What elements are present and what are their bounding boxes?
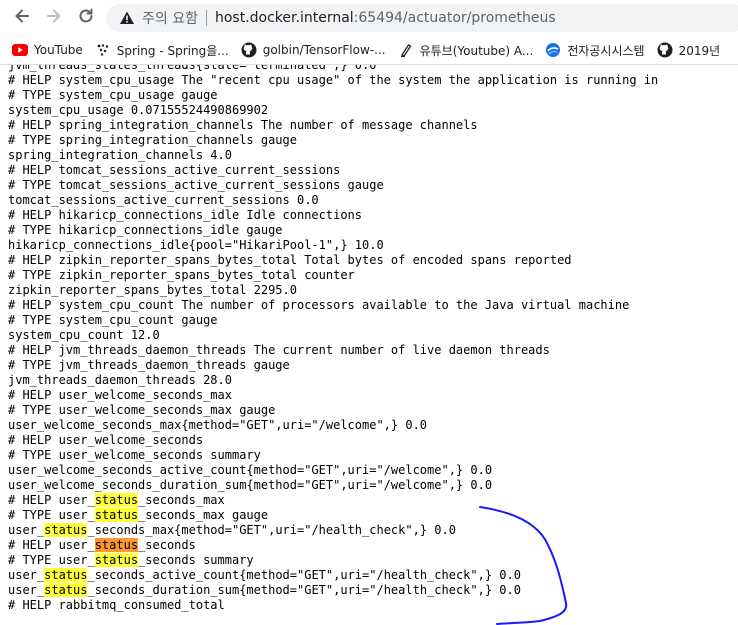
youtube-icon	[12, 42, 28, 58]
metric-line: # HELP jvm_threads_daemon_threads The cu…	[8, 343, 550, 357]
metric-line: zipkin_reporter_spans_bytes_total 2295.0	[8, 283, 297, 297]
metric-line: user_welcome_seconds_active_count{method…	[8, 463, 493, 477]
bookmark-youtube-a[interactable]: 유튜브(Youtube) A...	[398, 38, 534, 62]
metric-line-suffix: _seconds summary	[138, 553, 254, 567]
metric-line-prefix: user_	[8, 523, 45, 537]
metric-line-suffix: _seconds_max{method="GET",uri="/health_c…	[87, 523, 456, 537]
metric-line: # TYPE system_cpu_count gauge	[8, 313, 218, 327]
search-active-match-highlight: status	[94, 538, 139, 552]
metric-line: # HELP tomcat_sessions_active_current_se…	[8, 163, 341, 177]
search-match-highlight: status	[94, 493, 139, 507]
github-icon	[657, 42, 673, 58]
metric-line: # HELP user_welcome_seconds_max	[8, 388, 232, 402]
metric-line: user_welcome_seconds_max{method="GET",ur…	[8, 418, 428, 432]
metric-line-prefix: # HELP user_	[8, 538, 95, 552]
metric-line: # HELP system_cpu_usage The "recent cpu …	[8, 73, 659, 87]
metric-line-prefix: # HELP user_	[8, 493, 95, 507]
metric-line: jvm_threads_states_threads{state="termin…	[8, 65, 377, 72]
security-warning-label[interactable]: 주의 요함	[142, 8, 198, 28]
metric-line: jvm_threads_daemon_threads 28.0	[8, 373, 232, 387]
dart-icon	[545, 42, 561, 58]
github-icon	[241, 42, 257, 58]
metric-line: system_cpu_usage 0.07155524490869902	[8, 103, 269, 117]
metric-line: # HELP zipkin_reporter_spans_bytes_total…	[8, 253, 572, 267]
metric-line: # HELP user_status_seconds_max	[8, 493, 658, 508]
search-match-highlight: status	[44, 523, 88, 537]
browser-toolbar: 주의 요함 host.docker.internal:65494/actuato…	[0, 0, 738, 36]
metric-line-suffix: _seconds_duration_sum{method="GET",uri="…	[87, 583, 521, 597]
pen-icon	[398, 42, 414, 58]
metric-line: # TYPE user_welcome_seconds_max gauge	[8, 403, 276, 417]
metric-line: # TYPE user_status_seconds summary	[8, 553, 658, 568]
metric-line-suffix: _seconds_max gauge	[138, 508, 269, 522]
metric-line-suffix: _seconds	[138, 538, 196, 552]
bookmarks-bar: YouTube Spring - Spring을... golbin/Tenso…	[0, 36, 738, 65]
arrow-right-icon	[45, 7, 63, 29]
search-match-highlight: status	[94, 553, 139, 567]
bookmark-label: 2019년	[678, 43, 721, 58]
bookmark-label: 전자공시시스템	[567, 43, 645, 58]
metric-line: # TYPE user_status_seconds_max gauge	[8, 508, 658, 523]
search-match-highlight: status	[94, 508, 139, 522]
metric-line: user_status_seconds_duration_sum{method=…	[8, 583, 658, 598]
search-match-highlight: status	[44, 583, 88, 597]
search-match-highlight: status	[44, 568, 88, 582]
back-button[interactable]	[10, 6, 34, 30]
spring-icon	[95, 42, 111, 58]
arrow-left-icon	[13, 7, 31, 29]
bookmark-label: 유튜브(Youtube) A...	[419, 43, 534, 58]
address-bar[interactable]: 주의 요함 host.docker.internal:65494/actuato…	[106, 4, 738, 32]
metric-line-prefix: # TYPE user_	[8, 508, 95, 522]
metric-line: # HELP hikaricp_connections_idle Idle co…	[8, 208, 363, 222]
bookmark-spring[interactable]: Spring - Spring을...	[95, 38, 229, 62]
metric-line: # TYPE jvm_threads_daemon_threads gauge	[8, 358, 290, 372]
metric-line: # TYPE system_cpu_usage gauge	[8, 88, 218, 102]
metric-line: # HELP system_cpu_count The number of pr…	[8, 298, 630, 312]
metric-line: # HELP user_welcome_seconds	[8, 433, 204, 447]
metric-line: # TYPE spring_integration_channels gauge	[8, 133, 297, 147]
url-text[interactable]: host.docker.internal:65494/actuator/prom…	[215, 10, 556, 26]
metric-line: user_status_seconds_active_count{method=…	[8, 568, 658, 583]
metric-line-suffix: _seconds_active_count{method="GET",uri="…	[87, 568, 521, 582]
bookmark-label: YouTube	[34, 43, 83, 57]
metric-line: # HELP spring_integration_channels The n…	[8, 118, 478, 132]
url-host: host.docker.internal	[214, 10, 354, 26]
prometheus-metrics-text: jvm_threads_states_threads{state="termin…	[8, 65, 658, 613]
metric-line: # TYPE tomcat_sessions_active_current_se…	[8, 178, 384, 192]
metric-line: user_status_seconds_max{method="GET",uri…	[8, 523, 658, 538]
metric-line: spring_integration_channels 4.0	[8, 148, 232, 162]
bookmark-github-tensorflow[interactable]: golbin/TensorFlow-...	[241, 38, 386, 62]
metric-line: # TYPE hikaricp_connections_idle gauge	[8, 223, 283, 237]
bookmark-dart[interactable]: 전자공시시스템	[545, 38, 645, 62]
page-content: jvm_threads_states_threads{state="termin…	[0, 65, 738, 625]
reload-button[interactable]	[74, 6, 98, 30]
bookmark-label: golbin/TensorFlow-...	[262, 43, 386, 57]
metric-line: user_welcome_seconds_duration_sum{method…	[8, 478, 493, 492]
forward-button[interactable]	[42, 6, 66, 30]
reload-icon	[77, 7, 95, 29]
bookmark-youtube[interactable]: YouTube	[12, 38, 83, 62]
url-path: :65494/actuator/prometheus	[353, 10, 556, 26]
metric-line: # HELP rabbitmq_consumed_total	[8, 598, 225, 612]
metric-line-suffix: _seconds_max	[138, 493, 225, 507]
bookmark-github-2019[interactable]: 2019년	[657, 38, 721, 62]
address-separator	[205, 10, 207, 26]
metric-line: # HELP user_status_seconds	[8, 538, 658, 553]
metric-line: hikaricp_connections_idle{pool="HikariPo…	[8, 238, 384, 252]
bookmark-label: Spring - Spring을...	[116, 43, 229, 58]
metric-line: # TYPE user_welcome_seconds summary	[8, 448, 261, 462]
metric-line-prefix: user_	[8, 568, 45, 582]
metric-line-prefix: user_	[8, 583, 45, 597]
metric-line-prefix: # TYPE user_	[8, 553, 95, 567]
metric-line: tomcat_sessions_active_current_sessions …	[8, 193, 319, 207]
metric-line: system_cpu_count 12.0	[8, 328, 160, 342]
metric-line: # TYPE zipkin_reporter_spans_bytes_total…	[8, 268, 355, 282]
warning-triangle-icon[interactable]	[118, 9, 136, 27]
